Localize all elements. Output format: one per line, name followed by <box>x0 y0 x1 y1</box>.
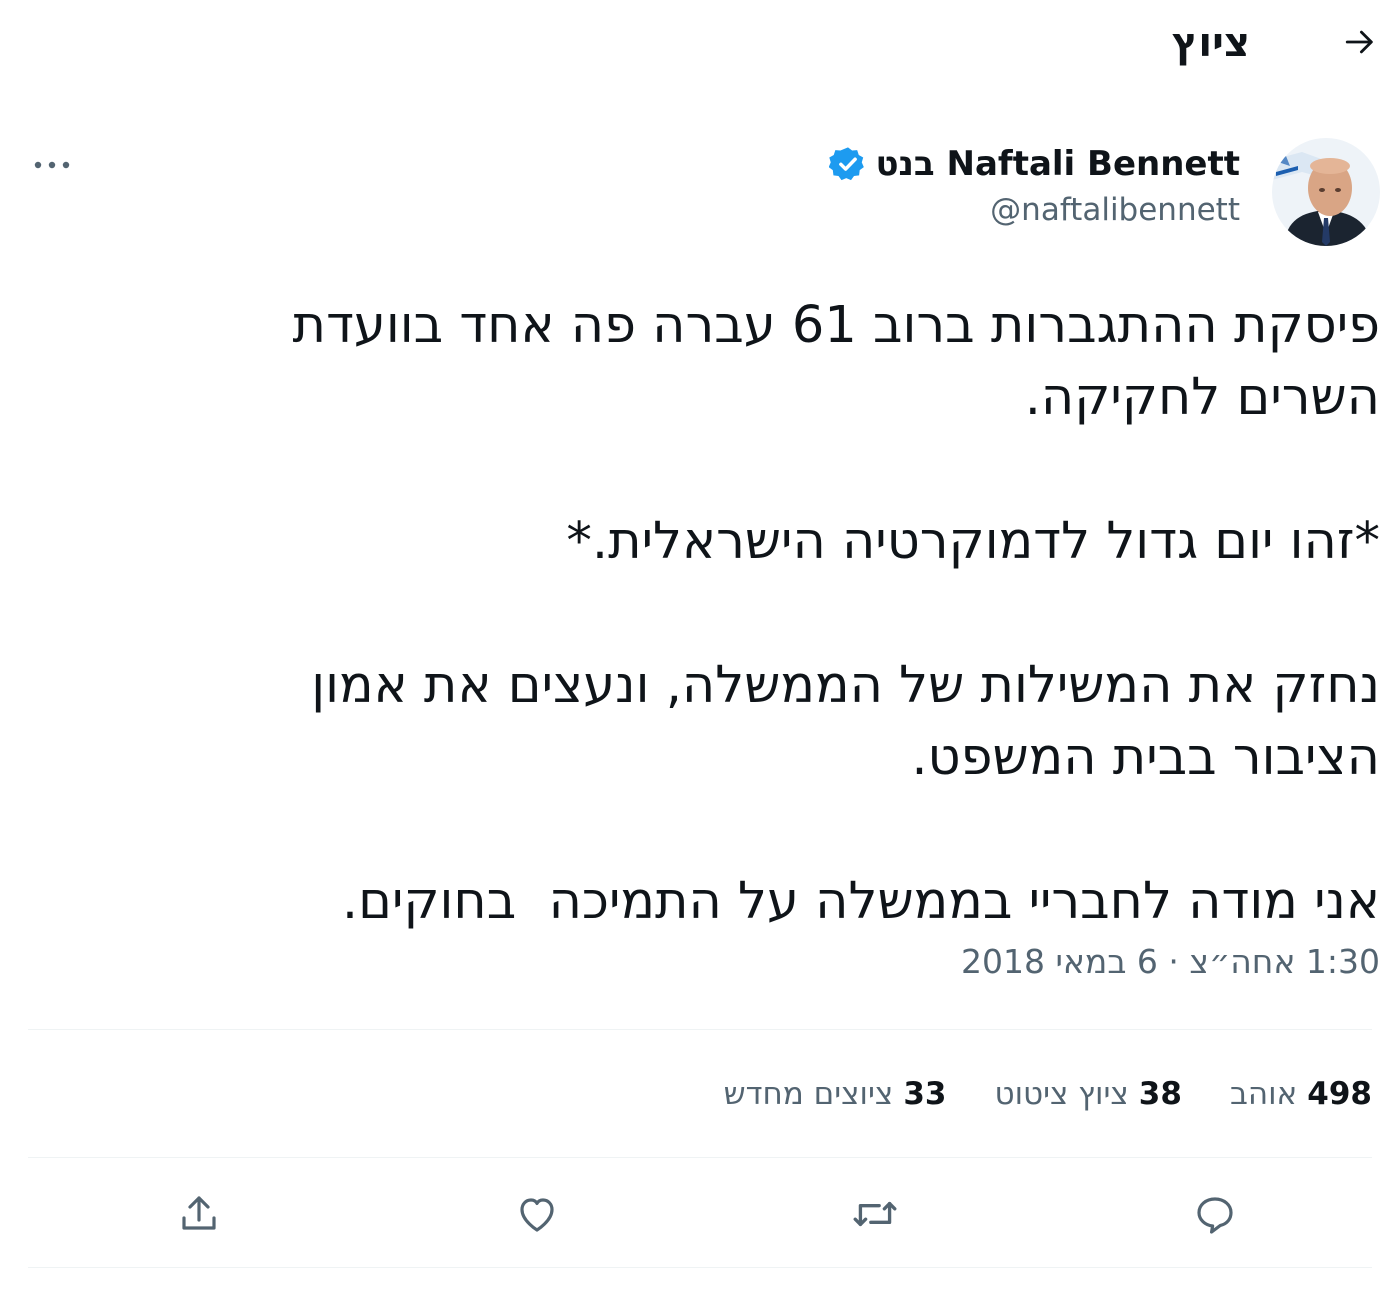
tweet-timestamp[interactable]: 1:30 אחה״צ · 6 במאי 2018 <box>961 942 1380 981</box>
stat-count: 38 <box>1138 1076 1182 1112</box>
author-handle[interactable]: @naftalibennett <box>990 192 1240 228</box>
more-options-icon[interactable] <box>24 150 80 180</box>
divider <box>28 1157 1372 1158</box>
like-icon[interactable] <box>505 1182 569 1246</box>
stat-quote-tweets[interactable]: 38ציוץ ציטוט <box>994 1076 1181 1112</box>
stat-label: אוהב <box>1229 1076 1298 1112</box>
page-title: ציוץ <box>1171 20 1250 66</box>
stat-label: ציוצים מחדש <box>723 1076 894 1112</box>
share-icon[interactable] <box>167 1182 231 1246</box>
reply-icon[interactable] <box>1183 1182 1247 1246</box>
header: ציוץ <box>0 0 1400 96</box>
divider <box>28 1029 1372 1030</box>
stat-count: 33 <box>903 1076 947 1112</box>
tweet-page: ציוץ Naftali Bennett בנט @naftalibennett <box>0 0 1400 1290</box>
tweet-stats: 33ציוצים מחדש 38ציוץ ציטוט 498אוהב <box>724 1066 1372 1122</box>
stat-label: ציוץ ציטוט <box>994 1076 1129 1112</box>
stat-retweets[interactable]: 33ציוצים מחדש <box>724 1076 947 1112</box>
stat-count: 498 <box>1307 1076 1372 1112</box>
divider <box>28 1267 1372 1268</box>
stat-likes[interactable]: 498אוהב <box>1230 1076 1372 1112</box>
retweet-icon[interactable] <box>843 1182 907 1246</box>
avatar[interactable] <box>1272 138 1380 246</box>
back-arrow-icon[interactable] <box>1340 22 1380 62</box>
author-name[interactable]: Naftali Bennett בנט <box>829 142 1240 186</box>
verified-badge-icon <box>829 145 867 183</box>
tweet-actions <box>0 1172 1400 1256</box>
author-display-name: Naftali Bennett בנט <box>875 144 1240 184</box>
tweet-text: פיסקת ההתגברות ברוב 61 עברה פה אחד בוועד… <box>292 296 1380 931</box>
